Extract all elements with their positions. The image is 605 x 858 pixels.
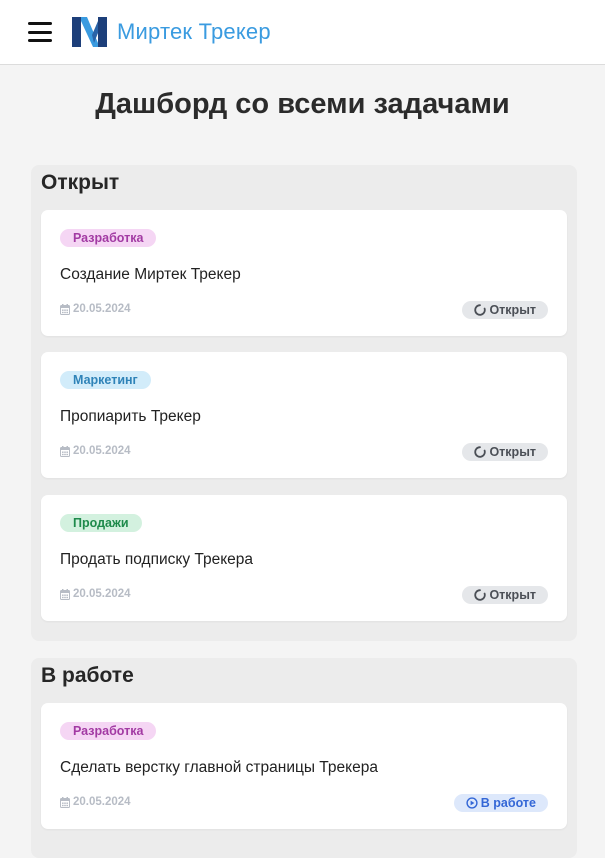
status-text: Открыт [489, 303, 536, 317]
task-card[interactable]: Разработка Создание Миртек Трекер 20.05.… [41, 210, 567, 336]
task-card[interactable]: Маркетинг Пропиарить Трекер 20.05.2024 О… [41, 352, 567, 478]
task-date: 20.05.2024 [60, 445, 131, 457]
task-card[interactable]: Разработка Сделать верстку главной стран… [41, 703, 567, 829]
task-date: 20.05.2024 [60, 588, 131, 600]
task-tag: Продажи [60, 514, 142, 532]
task-date-text: 20.05.2024 [73, 303, 131, 315]
circle-notch-icon [474, 304, 487, 316]
logo-icon [72, 17, 107, 47]
task-tag: Маркетинг [60, 371, 151, 389]
play-circle-icon [466, 797, 478, 809]
top-bar: Миртек Трекер [0, 0, 605, 65]
task-title: Пропиарить Трекер [60, 408, 201, 425]
status-text: Открыт [489, 445, 536, 459]
status-text: Открыт [489, 588, 536, 602]
status-badge: Открыт [462, 301, 548, 319]
status-text: В работе [480, 796, 536, 810]
calendar-icon [60, 303, 70, 315]
brand-name: Миртек Трекер [117, 19, 271, 44]
task-date-text: 20.05.2024 [73, 588, 131, 600]
task-date: 20.05.2024 [60, 796, 131, 808]
calendar-icon [60, 588, 70, 600]
circle-notch-icon [474, 589, 487, 601]
task-date: 20.05.2024 [60, 303, 131, 315]
task-card[interactable]: Продажи Продать подписку Трекера 20.05.2… [41, 495, 567, 621]
menu-icon[interactable] [28, 22, 52, 42]
task-tag: Разработка [60, 722, 157, 740]
column-in-progress: В работе Разработка Сделать верстку глав… [31, 658, 577, 858]
status-badge: В работе [453, 794, 548, 812]
column-open: Открыт Разработка Создание Миртек Трекер… [31, 165, 577, 641]
task-title: Продать подписку Трекера [60, 551, 254, 568]
calendar-icon [60, 445, 70, 457]
page-title: Дашборд со всеми задачами [95, 88, 510, 120]
task-tag: Разработка [60, 229, 157, 247]
circle-notch-icon [474, 446, 487, 458]
column-title: В работе [41, 664, 134, 687]
status-badge: Открыт [462, 443, 548, 461]
task-date-text: 20.05.2024 [73, 445, 131, 457]
status-badge: Открыт [462, 586, 548, 604]
task-date-text: 20.05.2024 [73, 796, 131, 808]
column-title: Открыт [41, 171, 120, 194]
task-title: Создание Миртек Трекер [60, 266, 241, 283]
calendar-icon [60, 796, 70, 808]
task-title: Сделать верстку главной страницы Трекера [60, 759, 378, 776]
logo[interactable]: Миртек Трекер [72, 17, 271, 47]
